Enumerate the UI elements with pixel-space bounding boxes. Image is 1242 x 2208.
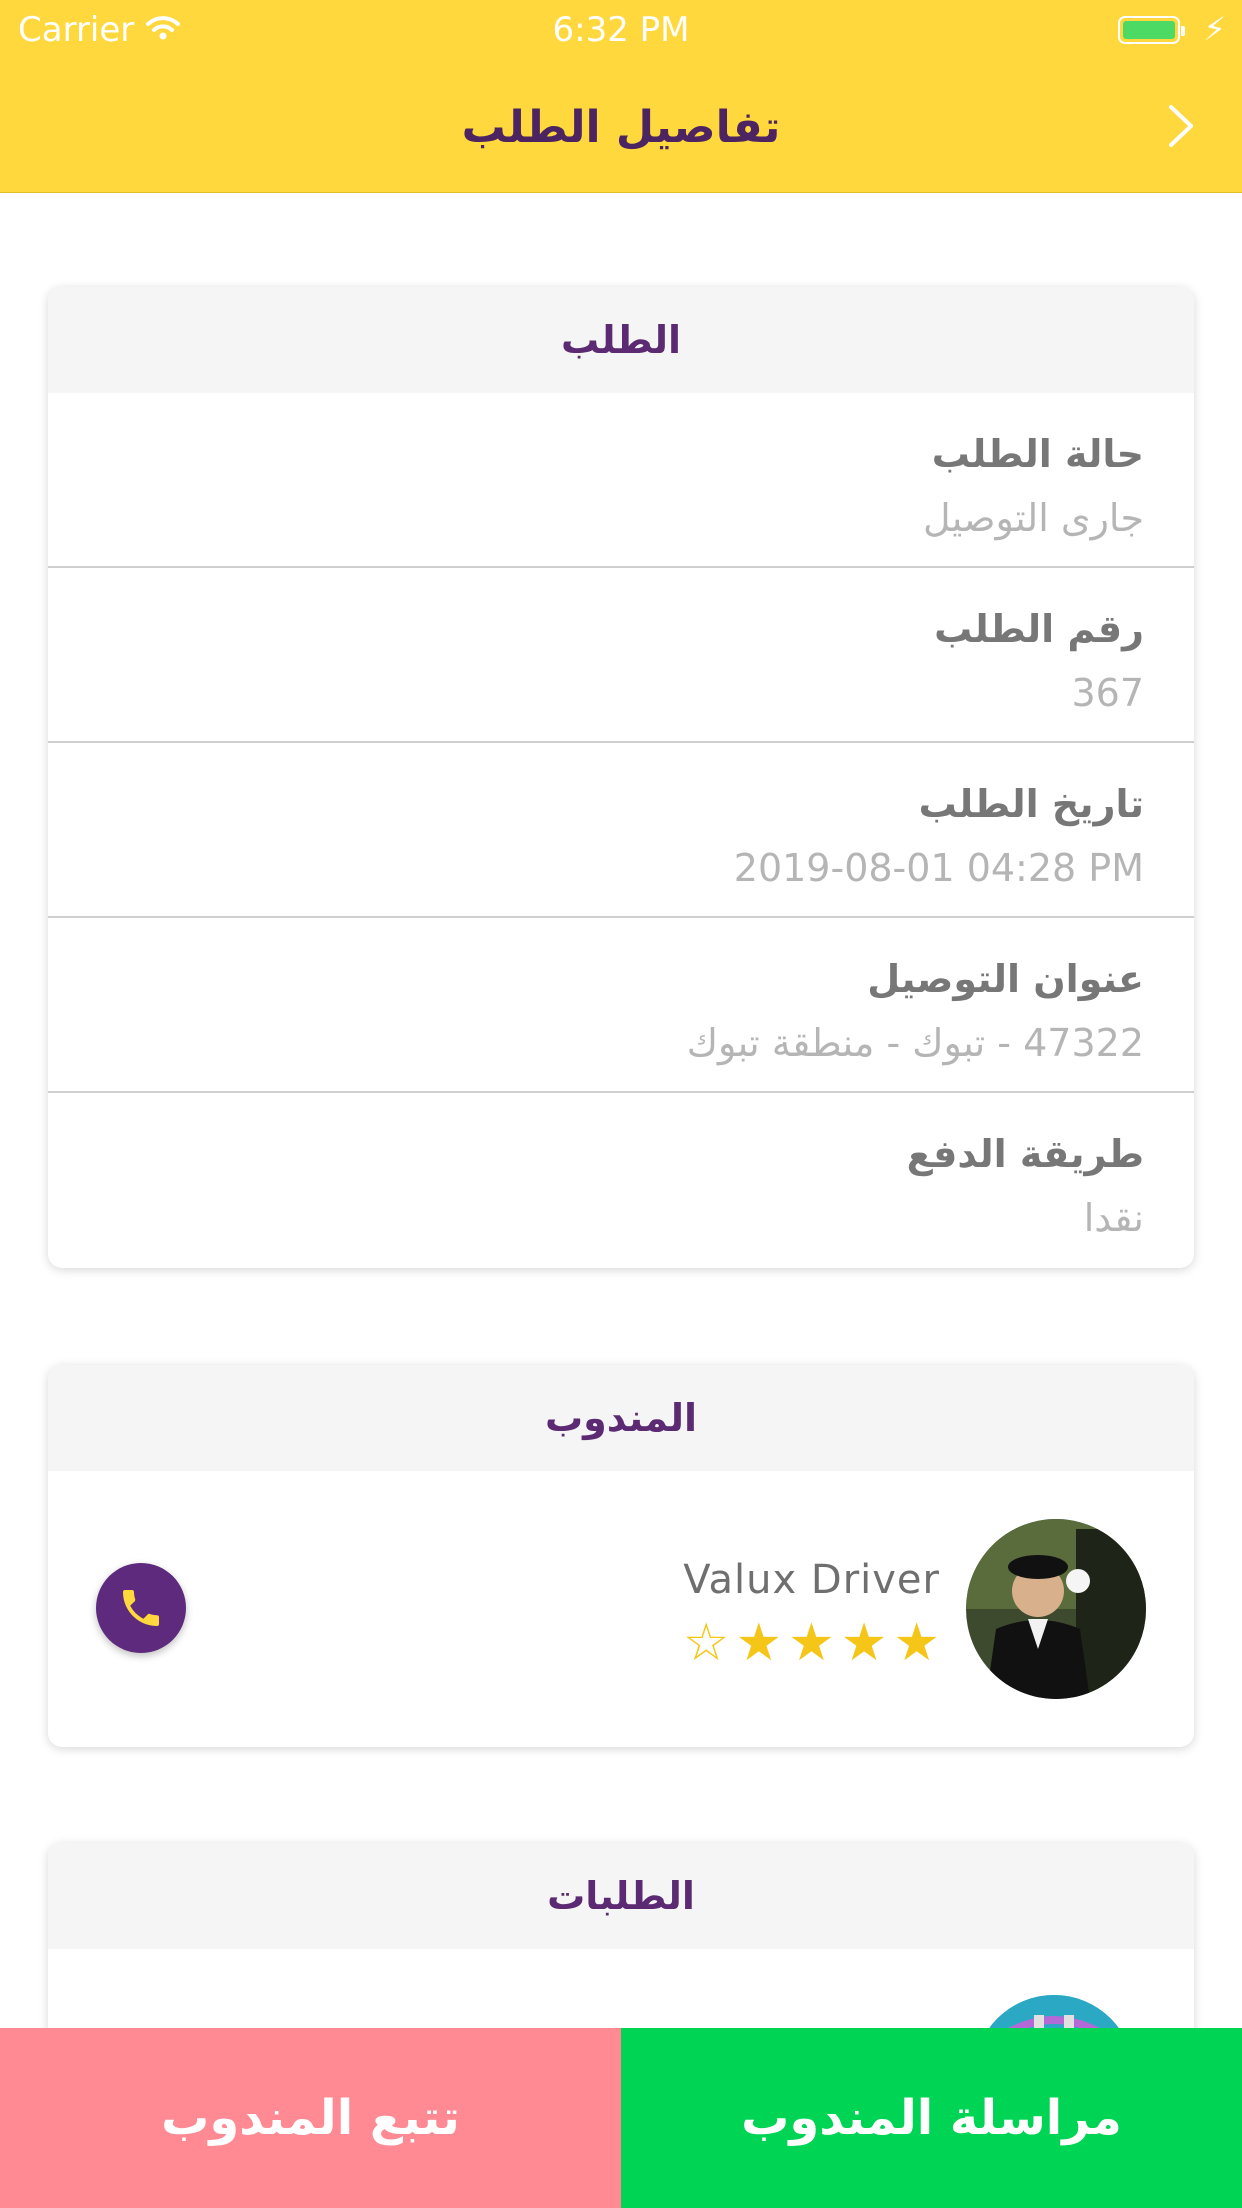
payment-method-label: طريقة الدفع bbox=[906, 1132, 1144, 1176]
bottom-action-bar: تتبع المندوب مراسلة المندوب bbox=[0, 2028, 1242, 2208]
driver-info: Valux Driver ☆ ★ ★ ★ ★ bbox=[48, 1471, 1194, 1747]
star-filled-icon: ★ bbox=[788, 1613, 835, 1673]
star-empty-icon: ☆ bbox=[682, 1613, 730, 1673]
orders-card-header: الطلبات bbox=[48, 1843, 1194, 1949]
status-time: 6:32 PM bbox=[552, 10, 690, 50]
order-number-label: رقم الطلب bbox=[934, 607, 1144, 651]
driver-card-header: المندوب bbox=[48, 1365, 1194, 1471]
message-driver-button[interactable]: مراسلة المندوب bbox=[621, 2028, 1242, 2208]
order-card-header: الطلب bbox=[48, 287, 1194, 393]
payment-method-value: نقدا bbox=[1083, 1196, 1144, 1240]
driver-card: المندوب Valux Driver ☆ ★ ★ ★ ★ bbox=[48, 1365, 1194, 1747]
order-status-value: جارى التوصيل bbox=[923, 496, 1144, 540]
delivery-address-row: عنوان التوصيل 47322 - تبوك - منطقة تبوك bbox=[48, 918, 1194, 1093]
battery-icon bbox=[1118, 16, 1185, 44]
chevron-right-icon bbox=[1169, 105, 1193, 147]
star-filled-icon: ★ bbox=[840, 1613, 888, 1673]
order-date-row: تاريخ الطلب 2019-08-01 04:28 PM bbox=[48, 743, 1194, 918]
star-filled-icon: ★ bbox=[735, 1613, 783, 1673]
driver-avatar bbox=[966, 1519, 1146, 1699]
status-bar: Carrier 6:32 PM ⚡ bbox=[0, 0, 1242, 62]
order-date-value: 2019-08-01 04:28 PM bbox=[733, 846, 1144, 890]
payment-method-row: طريقة الدفع نقدا bbox=[48, 1093, 1194, 1268]
driver-rating: ☆ ★ ★ ★ ★ bbox=[683, 1617, 940, 1669]
back-button[interactable] bbox=[1154, 96, 1208, 156]
order-status-label: حالة الطلب bbox=[931, 432, 1144, 476]
navigation-bar: تفاصيل الطلب bbox=[0, 62, 1242, 193]
order-number-row: رقم الطلب 367 bbox=[48, 568, 1194, 743]
order-date-label: تاريخ الطلب bbox=[918, 782, 1144, 826]
order-details-card: الطلب حالة الطلب جارى التوصيل رقم الطلب … bbox=[48, 287, 1194, 1268]
page-title: تفاصيل الطلب bbox=[461, 102, 781, 153]
track-driver-button[interactable]: تتبع المندوب bbox=[0, 2028, 621, 2208]
order-status-row: حالة الطلب جارى التوصيل bbox=[48, 393, 1194, 568]
order-number-value: 367 bbox=[1071, 671, 1144, 715]
charging-bolt-icon: ⚡ bbox=[1203, 10, 1226, 48]
call-driver-button[interactable] bbox=[96, 1563, 186, 1653]
star-filled-icon: ★ bbox=[893, 1613, 940, 1673]
delivery-address-value: 47322 - تبوك - منطقة تبوك bbox=[686, 1021, 1144, 1065]
driver-name: Valux Driver bbox=[683, 1557, 940, 1603]
delivery-address-label: عنوان التوصيل bbox=[867, 957, 1144, 1001]
phone-icon bbox=[123, 1590, 159, 1626]
